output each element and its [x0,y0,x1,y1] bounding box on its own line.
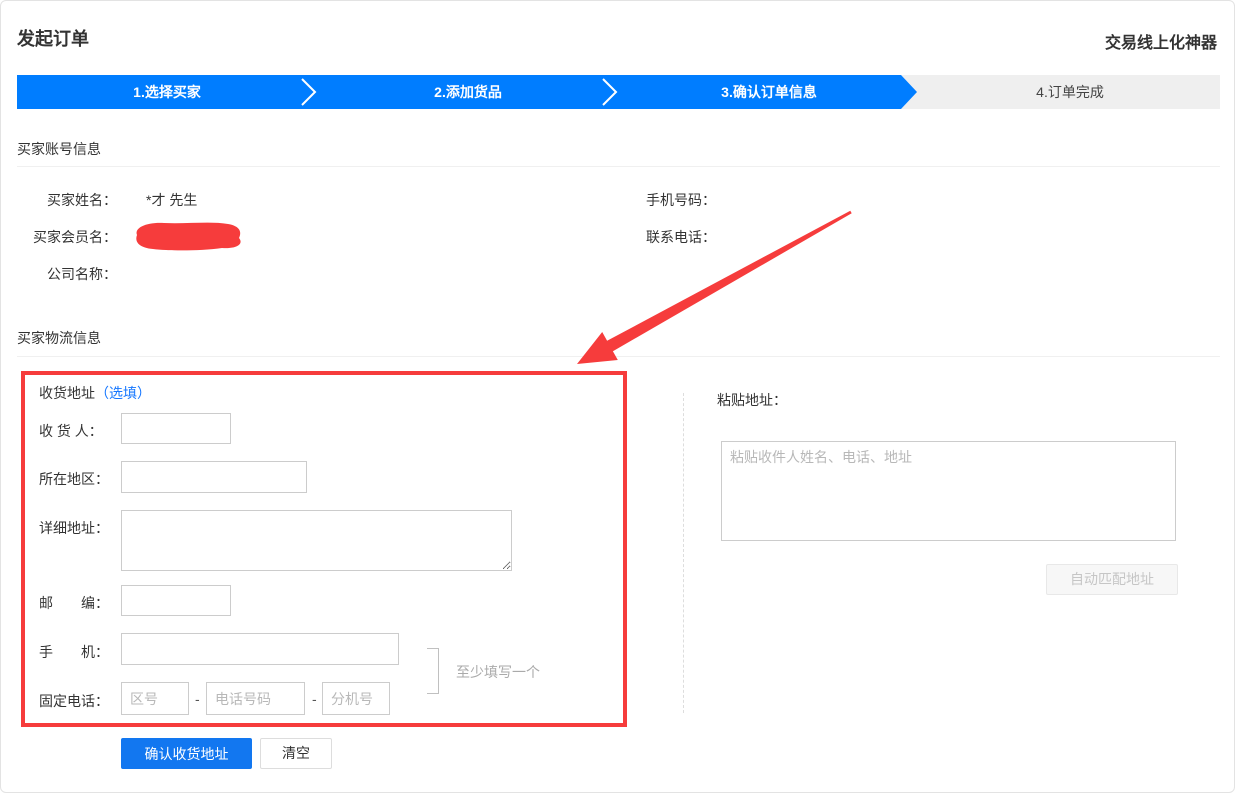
vertical-dashed-divider [683,393,684,713]
buyer-name-label: 买家姓名： [17,190,117,210]
dash-separator: - [195,691,200,707]
region-label: 所在地区： [39,469,109,489]
mobile-label: 手 机： [39,642,109,662]
paste-address-textarea[interactable] [721,441,1176,541]
at-least-one-bracket [427,648,439,694]
at-least-one-hint: 至少填写一个 [456,662,540,682]
zip-code-label: 邮 编： [39,593,109,613]
phone-number-input[interactable] [206,682,305,715]
step-2-add-goods: 2.添加货品 [318,75,618,109]
step-1-select-buyer: 1.选择买家 [17,75,317,109]
page-title: 发起订单 [17,25,89,51]
section-divider [17,356,1220,357]
buyer-name-value: *才 先生 [146,190,197,210]
chevron-right-icon [601,78,619,106]
redaction-scribble [136,223,240,251]
header-badge: 交易线上化神器 [1105,29,1217,53]
shipping-address-heading-text: 收货地址 [39,385,95,401]
receiver-label: 收 货 人： [39,421,103,441]
company-name-label: 公司名称： [17,264,117,284]
contact-phone-label: 联系电话： [646,227,716,247]
order-create-page: 发起订单 交易线上化神器 1.选择买家 2.添加货品 3.确认订单信息 4.订单… [0,0,1235,793]
mobile-input[interactable] [121,633,399,665]
clear-button[interactable]: 清空 [260,738,332,769]
zip-code-input[interactable] [121,585,231,616]
detail-address-label: 详细地址： [39,518,109,538]
step-4-order-done: 4.订单完成 [920,75,1220,109]
step-progress-bar: 1.选择买家 2.添加货品 3.确认订单信息 4.订单完成 [17,75,1220,109]
extension-input[interactable] [322,682,390,715]
chevron-right-icon [300,78,318,106]
optional-fill-link[interactable]: （选填） [95,385,151,401]
detail-address-textarea[interactable] [121,510,512,571]
mobile-number-label: 手机号码： [646,190,716,210]
logistics-section-title: 买家物流信息 [17,328,101,348]
section-divider [17,166,1220,167]
confirm-address-button[interactable]: 确认收货地址 [121,738,252,769]
shipping-address-heading: 收货地址（选填） [39,383,151,403]
step-3-confirm-order: 3.确认订单信息 [619,75,919,109]
member-name-label: 买家会员名： [17,227,117,247]
landline-label: 固定电话： [39,691,109,711]
auto-match-address-button[interactable]: 自动匹配地址 [1046,564,1178,595]
area-code-input[interactable] [121,682,189,715]
receiver-input[interactable] [121,413,231,444]
paste-address-label: 粘贴地址： [717,390,787,410]
account-section-title: 买家账号信息 [17,139,101,159]
region-input[interactable] [121,461,307,493]
annotation-overlay [1,1,1235,793]
dash-separator: - [312,691,317,707]
